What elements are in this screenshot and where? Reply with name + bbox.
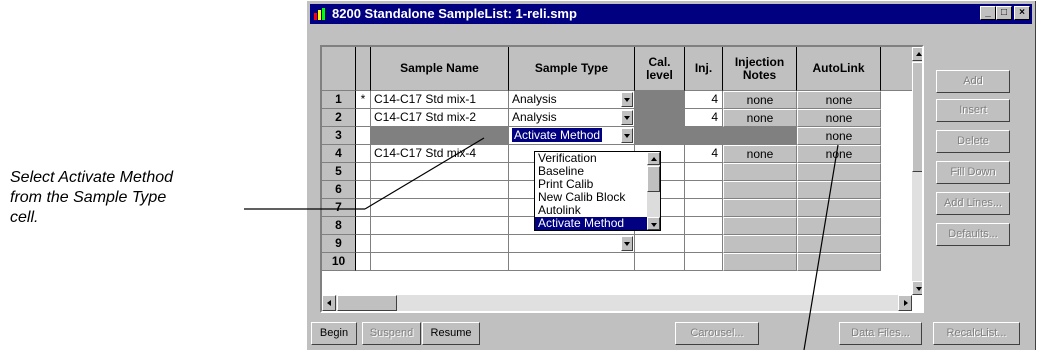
callout-leader-lines (244, 137, 839, 350)
callout-pointer-line (364, 137, 485, 210)
autolink-pointer-line (803, 144, 839, 350)
